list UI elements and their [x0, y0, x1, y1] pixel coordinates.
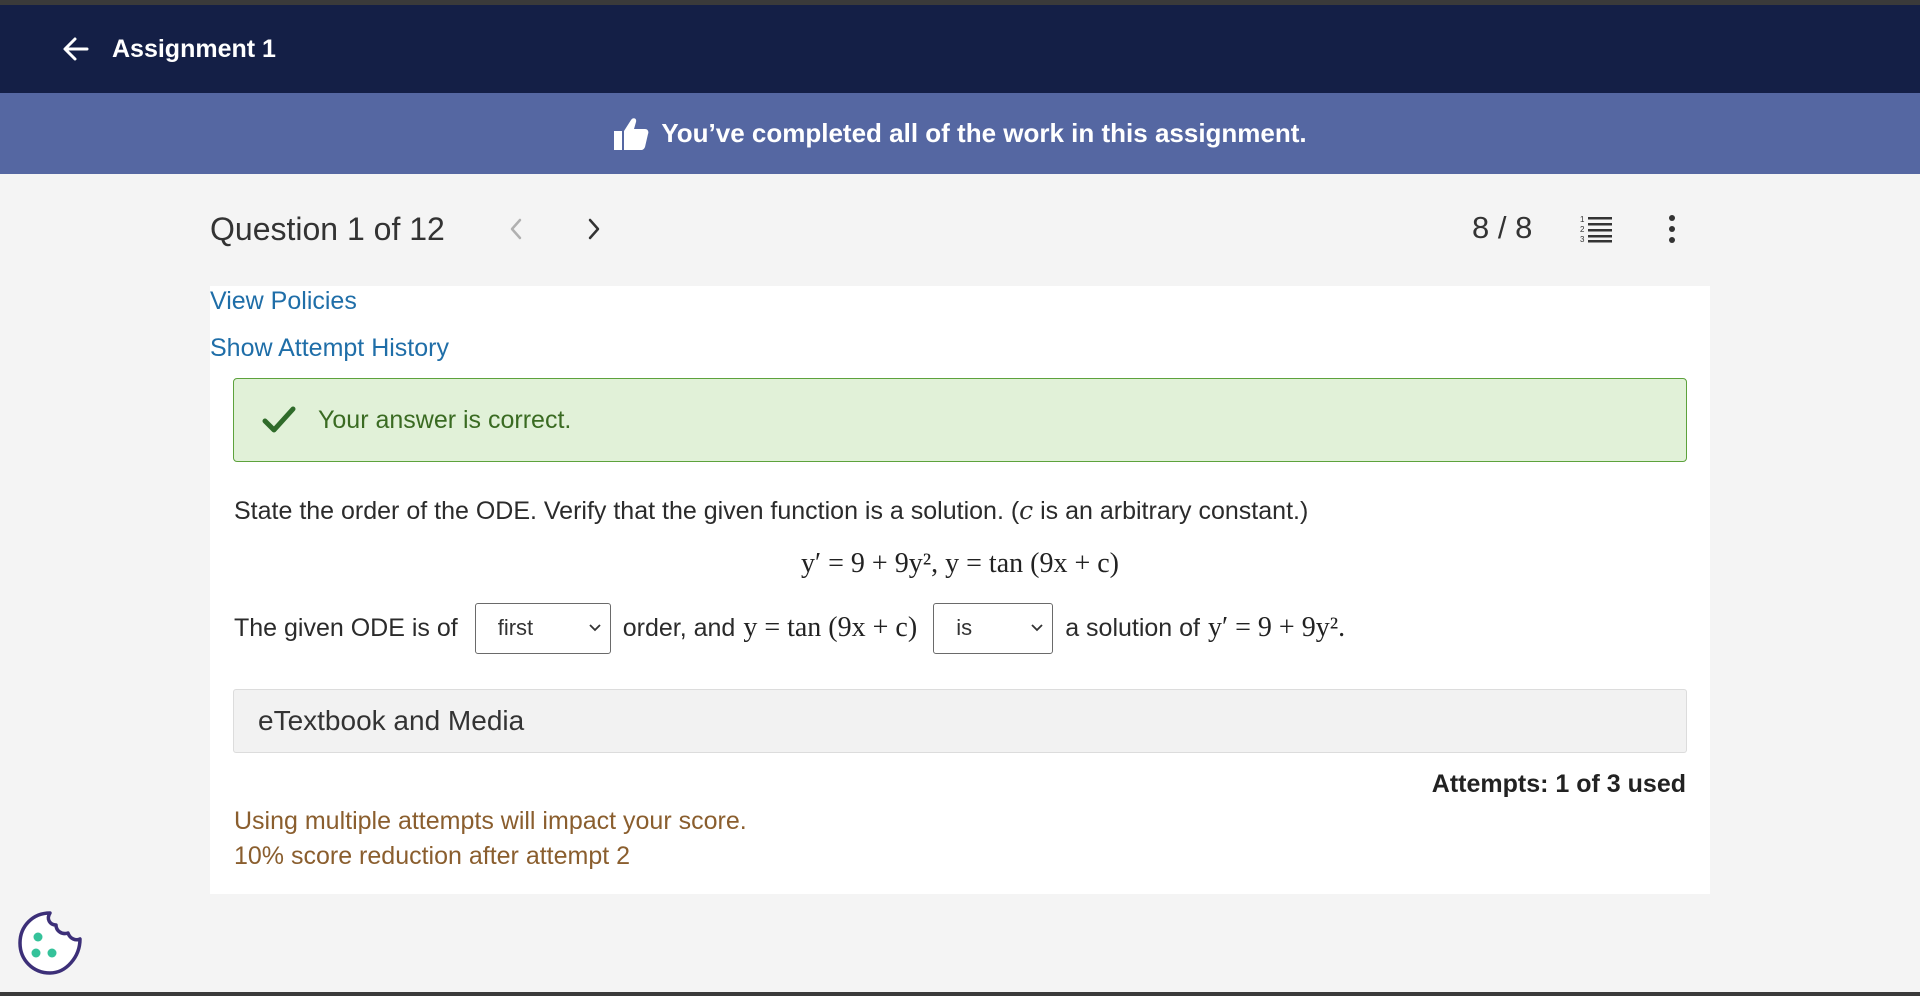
answer-prefix: The given ODE is of — [234, 613, 458, 642]
more-dots-icon — [1669, 215, 1675, 221]
cookie-icon — [18, 911, 82, 975]
order-select-value: first — [497, 615, 534, 640]
attempt-penalty-note: Using multiple attempts will impact your… — [234, 804, 747, 874]
ode-equation: y′ = 9 + 9y², y = tan (9x + c) — [0, 548, 1920, 580]
thumbs-up-icon — [614, 117, 649, 150]
correct-answer-text: Your answer is correct. — [318, 405, 572, 434]
view-policies-link[interactable]: View Policies — [210, 287, 357, 316]
order-select[interactable]: first — [474, 602, 611, 654]
answer-mid-math: y = tan (9x + c) — [743, 612, 918, 643]
checkmark-icon — [262, 406, 296, 433]
app-header: Assignment 1 — [0, 5, 1920, 93]
question-title: Question 1 of 12 — [210, 210, 445, 247]
chevron-right-icon — [588, 218, 600, 240]
penalty-line-1: Using multiple attempts will impact your… — [234, 807, 747, 835]
completion-message: You’ve completed all of the work in this… — [661, 118, 1307, 148]
svg-text:2: 2 — [1580, 225, 1585, 234]
prompt-variable: c — [1019, 496, 1034, 525]
question-prompt: State the order of the ODE. Verify that … — [234, 496, 1308, 526]
correct-answer-alert: Your answer is correct. — [233, 378, 1687, 462]
answer-row: The given ODE is of first order, and y =… — [234, 602, 1345, 654]
cookie-settings-button[interactable] — [16, 909, 84, 977]
etextbook-media-label: eTextbook and Media — [258, 705, 525, 736]
next-question-button[interactable] — [579, 214, 609, 244]
back-button[interactable] — [58, 31, 94, 67]
answer-suffix-text: a solution of — [1065, 613, 1201, 642]
solution-select[interactable]: is — [933, 602, 1054, 654]
answer-mid-text: order, and — [622, 613, 736, 642]
assignment-title: Assignment 1 — [112, 34, 276, 63]
bottom-border — [0, 992, 1920, 996]
numbered-list-icon: 1 2 3 — [1580, 215, 1612, 244]
arrow-left-icon — [63, 37, 89, 61]
answer-suffix-math: y′ = 9 + 9y². — [1208, 612, 1346, 643]
chevron-down-icon — [589, 624, 601, 632]
prompt-text-end: is an arbitrary constant.) — [1033, 497, 1309, 525]
chevron-down-icon — [1031, 624, 1043, 632]
show-attempt-history-link[interactable]: Show Attempt History — [210, 334, 449, 363]
etextbook-media-panel[interactable]: eTextbook and Media — [233, 689, 1687, 753]
solution-select-value: is — [956, 615, 973, 640]
question-score: 8 / 8 — [1472, 210, 1533, 245]
attempts-counter: Attempts: 1 of 3 used — [1431, 770, 1686, 798]
previous-question-button[interactable] — [501, 214, 531, 244]
question-nav-bar: Question 1 of 12 8 / 8 1 2 3 — [210, 200, 1710, 258]
question-list-button[interactable]: 1 2 3 — [1580, 213, 1616, 245]
svg-text:3: 3 — [1580, 235, 1585, 244]
prompt-text-start: State the order of the ODE. Verify that … — [234, 497, 1020, 525]
completion-banner: You’ve completed all of the work in this… — [0, 93, 1920, 174]
svg-text:1: 1 — [1580, 215, 1585, 224]
chevron-left-icon — [510, 218, 522, 240]
more-options-button[interactable] — [1660, 213, 1684, 245]
penalty-line-2: 10% score reduction after attempt 2 — [234, 842, 631, 870]
equation-text: y′ = 9 + 9y², y = tan (9x + c) — [801, 548, 1119, 579]
